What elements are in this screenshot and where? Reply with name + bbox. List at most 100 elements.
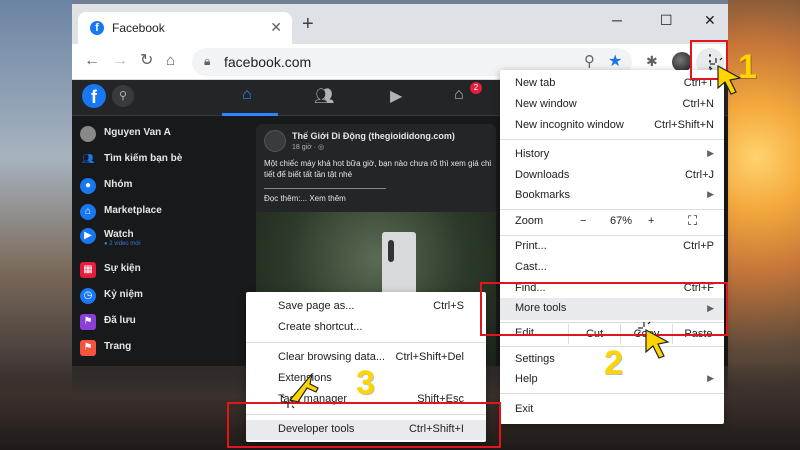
maximize-button[interactable]: ☐ xyxy=(660,12,673,29)
submenu-item-save-page[interactable]: Save page as... Ctrl+S xyxy=(246,297,486,317)
sidebar-item-watch[interactable]: ▶ Watch ● 2 video mới xyxy=(80,226,248,252)
menu-item-shortcut: Ctrl+Shift+Del xyxy=(395,351,464,363)
sidebar-item-label: Watch xyxy=(104,229,134,240)
menu-item-zoom: Zoom − 67% + ⛶ xyxy=(500,212,724,232)
menu-item-label: Print... xyxy=(515,240,547,252)
sidebar-item-pages[interactable]: ⚑ Trang xyxy=(80,338,248,360)
submenu-item-create-shortcut[interactable]: Create shortcut... xyxy=(246,318,486,338)
sidebar-item-label: Đã lưu xyxy=(104,315,136,326)
sidebar-item-label: Kỷ niệm xyxy=(104,289,143,300)
post-divider xyxy=(264,188,386,189)
pages-icon: ⚑ xyxy=(80,340,96,356)
sidebar-item-label: Tìm kiếm bạn bè xyxy=(104,153,183,164)
sidebar-item-marketplace[interactable]: ⌂ Marketplace xyxy=(80,202,248,224)
tab-close-icon[interactable]: ✕ xyxy=(270,19,282,36)
submenu-arrow-icon: ▶ xyxy=(707,189,714,199)
zoom-icon[interactable]: ⚲ xyxy=(584,52,595,70)
user-avatar-icon xyxy=(80,126,96,142)
home-icon[interactable]: ⌂ xyxy=(166,52,175,70)
sidebar-item-saved[interactable]: ⚑ Đã lưu xyxy=(80,312,248,334)
lock-icon[interactable]: 🔒︎ xyxy=(204,54,210,69)
friends-icon: 👥︎ xyxy=(81,154,95,165)
menu-item-label: New tab xyxy=(515,77,556,89)
menu-item-label: History xyxy=(515,148,550,160)
sidebar-item-label: Sự kiện xyxy=(104,263,141,274)
back-icon[interactable]: ← xyxy=(84,52,100,70)
highlight-box-step3 xyxy=(227,402,501,448)
menu-separator xyxy=(500,139,724,140)
minimize-button[interactable]: ─ xyxy=(612,12,622,28)
menu-item-new-window[interactable]: New window Ctrl+N xyxy=(500,95,724,115)
menu-item-shortcut: Ctrl+S xyxy=(433,300,464,312)
profile-avatar[interactable] xyxy=(672,52,692,72)
new-tab-button[interactable]: + xyxy=(302,14,314,34)
home-nav-icon[interactable]: ⌂ xyxy=(242,86,252,104)
events-icon: ▦ xyxy=(80,262,96,278)
bookmark-star-icon[interactable]: ★ xyxy=(608,51,622,71)
friends-nav-icon[interactable]: 👥︎ xyxy=(314,86,334,106)
menu-separator xyxy=(246,342,486,343)
submenu-arrow-icon: ▶ xyxy=(707,373,714,383)
menu-separator xyxy=(500,235,724,236)
marketplace-nav-icon[interactable]: ⌂ xyxy=(454,86,464,104)
submenu-arrow-icon: ▶ xyxy=(707,148,714,158)
forward-icon[interactable]: → xyxy=(112,52,128,70)
menu-item-label: Help xyxy=(515,373,538,385)
sidebar-item-label: Nguyen Van A xyxy=(104,127,171,138)
zoom-out-button[interactable]: − xyxy=(580,215,586,227)
facebook-logo-icon[interactable]: f xyxy=(82,84,106,108)
reload-icon[interactable]: ↻ xyxy=(140,52,153,70)
menu-item-downloads[interactable]: Downloads Ctrl+J xyxy=(500,166,724,186)
menu-item-label: Exit xyxy=(515,403,534,415)
menu-item-label: Bookmarks xyxy=(515,189,571,201)
watch-icon: ▶ xyxy=(80,228,96,244)
menu-item-label: New incognito window xyxy=(515,119,624,131)
sidebar-item-groups[interactable]: ● Nhóm xyxy=(80,176,248,198)
notification-badge: 2 xyxy=(470,82,482,94)
menu-item-label: Clear browsing data... xyxy=(278,351,385,363)
menu-item-bookmarks[interactable]: Bookmarks ▶ xyxy=(500,186,724,206)
post-time: 18 giờ · ◎ xyxy=(292,144,325,151)
tab-title: Facebook xyxy=(112,21,165,35)
menu-item-history[interactable]: History ▶ xyxy=(500,145,724,165)
zoom-level: 67% xyxy=(610,215,633,227)
saved-icon: ⚑ xyxy=(80,314,96,330)
zoom-in-button[interactable]: + xyxy=(648,215,654,227)
menu-item-label: Downloads xyxy=(515,169,570,181)
sidebar-item-sublabel: ● 2 video mới xyxy=(104,241,141,247)
menu-item-new-incognito[interactable]: New incognito window Ctrl+Shift+N xyxy=(500,116,724,136)
sidebar-item-label: Trang xyxy=(104,341,132,352)
tab-facebook[interactable]: f Facebook ✕ xyxy=(78,12,292,44)
menu-item-shortcut: Ctrl+P xyxy=(683,240,714,252)
post-author-avatar[interactable] xyxy=(264,130,286,152)
menu-item-shortcut: Ctrl+J xyxy=(684,169,714,181)
sidebar-item-events[interactable]: ▦ Sự kiện xyxy=(80,260,248,282)
facebook-search-icon[interactable]: ⚲ xyxy=(112,85,134,107)
menu-separator xyxy=(500,393,724,394)
sidebar-item-friends[interactable]: 👥︎ Tìm kiếm bạn bè xyxy=(80,150,248,172)
menu-item-shortcut: Ctrl+Shift+N xyxy=(654,119,714,131)
sidebar-item-label: Marketplace xyxy=(104,205,162,216)
menu-item-exit[interactable]: Exit xyxy=(500,400,724,420)
menu-item-label: New window xyxy=(515,98,577,110)
sidebar-item-profile[interactable]: Nguyen Van A xyxy=(80,124,248,146)
post-author[interactable]: Thế Giới Di Động (thegioididong.com) xyxy=(292,131,455,141)
menu-item-print[interactable]: Print... Ctrl+P xyxy=(500,237,724,257)
pointer-cursor-icon xyxy=(709,57,742,95)
close-window-button[interactable]: ✕ xyxy=(704,12,716,29)
url-text: facebook.com xyxy=(224,54,312,70)
pointer-cursor-icon xyxy=(637,321,670,359)
marketplace-icon: ⌂ xyxy=(80,204,96,220)
menu-item-cast[interactable]: Cast... xyxy=(500,258,724,278)
phone-camera xyxy=(388,240,394,262)
post-read-more-link[interactable]: Đọc thêm:... Xem thêm xyxy=(264,194,346,203)
facebook-favicon-icon: f xyxy=(90,21,104,35)
sidebar-item-memories[interactable]: ◷ Kỷ niệm xyxy=(80,286,248,308)
memories-icon: ◷ xyxy=(80,288,96,304)
extensions-puzzle-icon[interactable]: ✱ xyxy=(646,53,658,70)
watch-nav-icon[interactable]: ▶ xyxy=(390,86,402,106)
step-number-2: 2 xyxy=(604,344,623,382)
tab-strip: f Facebook ✕ + ─ ☐ ✕ xyxy=(72,4,728,44)
fullscreen-icon[interactable]: ⛶ xyxy=(688,213,697,229)
menu-item-shortcut: Ctrl+N xyxy=(682,98,714,110)
